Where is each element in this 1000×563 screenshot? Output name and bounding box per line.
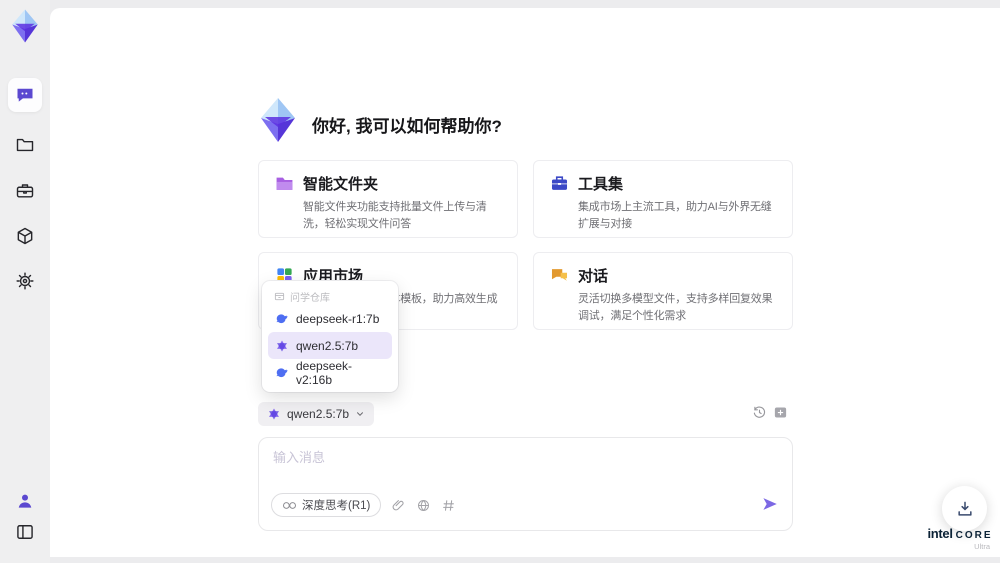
chevron-down-icon [357, 412, 364, 416]
intel-product-text: CORE [955, 530, 993, 541]
new-chat-icon [773, 405, 788, 420]
greeting-gem-icon [254, 96, 302, 144]
model-option-deepseek-r1[interactable]: deepseek-r1:7b [268, 305, 392, 332]
cube-icon [15, 226, 35, 246]
paperclip-icon [392, 499, 404, 510]
card-title: 智能文件夹 [303, 176, 379, 193]
send-icon [763, 498, 777, 510]
model-option-deepseek-v2[interactable]: deepseek-v2:16b [268, 358, 392, 387]
deep-think-toggle[interactable]: 深度思考(R1) [271, 493, 382, 517]
sidebar [0, 0, 50, 563]
attach-button[interactable] [391, 498, 406, 513]
qwen-icon [269, 408, 279, 420]
model-option-label: qwen2.5:7b [296, 338, 359, 353]
intel-tier-text: Ultra [974, 542, 990, 551]
collapse-panel-icon [15, 522, 35, 542]
briefcase-icon [15, 181, 35, 201]
qwen-icon [275, 339, 289, 353]
history-button[interactable] [752, 405, 767, 420]
message-input[interactable] [273, 447, 773, 487]
sidebar-item-account[interactable] [8, 484, 42, 518]
sidebar-item-toolbox[interactable] [8, 174, 42, 208]
sidebar-item-models[interactable] [8, 219, 42, 253]
infinity-icon [283, 501, 296, 509]
card-dialog[interactable]: 对话 灵活切换多模型文件，支持多样回复效果调试，满足个性化需求 [533, 252, 793, 330]
card-desc: 灵活切换多模型文件，支持多样回复效果调试，满足个性化需求 [578, 293, 773, 322]
model-dropdown-header: 问学仓库 [268, 287, 392, 305]
intel-brand-text: intel [927, 526, 953, 541]
deepseek-whale-icon [275, 312, 289, 326]
smart-folder-icon [275, 174, 294, 193]
card-title: 工具集 [578, 176, 624, 193]
model-selector-label: qwen2.5:7b [287, 407, 350, 421]
input-actions: 深度思考(R1) [271, 493, 456, 517]
download-icon [957, 501, 972, 516]
model-option-label: deepseek-v2:16b [296, 358, 353, 387]
deep-think-label: 深度思考(R1) [302, 500, 371, 512]
deepseek-whale-icon [275, 366, 289, 380]
model-selector-button[interactable]: qwen2.5:7b [258, 402, 375, 426]
chat-input-box: 深度思考(R1) [258, 437, 793, 531]
app-logo-gem-icon [7, 8, 43, 44]
user-icon [15, 491, 35, 511]
shortcut-button[interactable] [441, 498, 456, 513]
model-option-qwen[interactable]: qwen2.5:7b [268, 332, 392, 359]
card-title: 对话 [578, 268, 609, 285]
new-chat-button[interactable] [773, 405, 788, 420]
card-toolset[interactable]: 工具集 集成市场上主流工具，助力AI与外界无缝扩展与对接 [533, 160, 793, 238]
chat-bubble-icon [15, 85, 35, 105]
sidebar-item-chat[interactable] [8, 78, 42, 112]
model-option-label: deepseek-r1:7b [296, 311, 380, 326]
greeting-title: 你好, 我可以如何帮助你? [312, 117, 502, 136]
sidebar-item-settings[interactable] [8, 264, 42, 298]
toolset-icon [550, 174, 569, 193]
folder-icon [15, 135, 35, 155]
model-dropdown-header-label: 问学仓库 [290, 292, 330, 304]
sidebar-item-folders[interactable] [8, 128, 42, 162]
card-desc: 集成市场上主流工具，助力AI与外界无缝扩展与对接 [578, 201, 772, 230]
globe-icon [418, 499, 430, 511]
hash-icon [443, 499, 455, 511]
download-fab[interactable] [942, 486, 987, 531]
send-button[interactable] [761, 495, 779, 518]
web-search-button[interactable] [416, 498, 431, 513]
app-window: 你好, 我可以如何帮助你? 智能文件夹 智能文件夹功能支持批量文件上传与清洗，轻… [0, 0, 1000, 563]
card-smart-folder[interactable]: 智能文件夹 智能文件夹功能支持批量文件上传与清洗，轻松实现文件问答 [258, 160, 518, 238]
model-dropdown: 问学仓库 deepseek-r1:7b qwen2.5:7b deepseek-… [262, 281, 398, 392]
repo-box-icon [274, 291, 285, 302]
intel-core-badge: intel CORE Ultra [927, 526, 993, 551]
history-icon [752, 405, 767, 420]
card-desc: 智能文件夹功能支持批量文件上传与清洗，轻松实现文件问答 [303, 201, 487, 230]
gear-icon [15, 271, 35, 291]
sidebar-item-collapse[interactable] [8, 515, 42, 549]
dialog-icon [550, 266, 569, 285]
